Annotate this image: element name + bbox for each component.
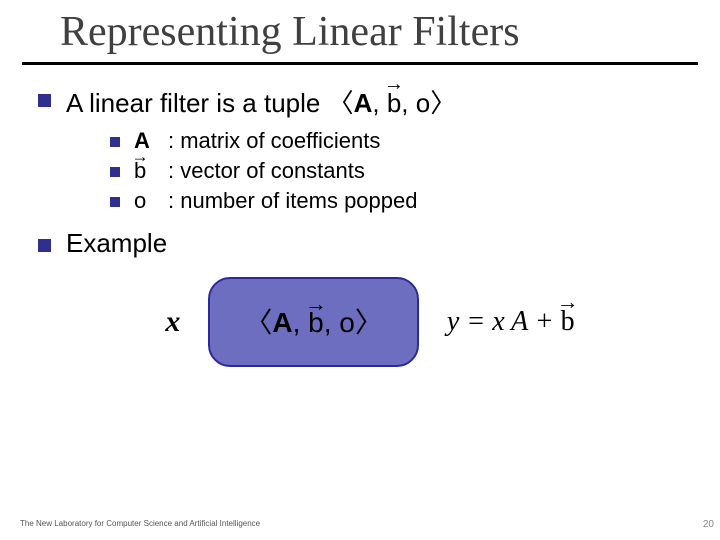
definition-sublist: A: matrix of coefficients b : vector of c…	[108, 128, 696, 214]
slide-title: Representing Linear Filters	[60, 8, 720, 56]
angle-close: 〉	[430, 88, 456, 118]
def-A-desc: : matrix of coefficients	[168, 128, 380, 153]
def-b-term: b	[134, 158, 146, 184]
tuple-b-vector: b	[387, 88, 401, 119]
definition-text: A linear filter is a tuple 〈A, b, o〉	[66, 88, 456, 118]
def-o: o: number of items popped	[108, 188, 696, 214]
box-angle-open: 〈	[244, 307, 272, 338]
box-A: A	[272, 307, 292, 338]
box-b-vector: b	[308, 307, 324, 339]
box-angle-close: 〉	[355, 307, 383, 338]
def-b-desc: : vector of constants	[168, 158, 365, 183]
slide: Representing Linear Filters A linear fil…	[0, 0, 720, 540]
angle-open: 〈	[328, 88, 354, 118]
bullet-list: A linear filter is a tuple 〈A, b, o〉 A: …	[34, 83, 696, 259]
example-diagram: x 〈A, b, o〉 y = x A + b	[34, 277, 696, 367]
def-A: A: matrix of coefficients	[108, 128, 696, 154]
box-sep2: , o	[324, 307, 355, 338]
output-y: y = x A + b	[447, 306, 575, 338]
input-x: x	[165, 305, 180, 339]
def-o-desc: : number of items popped	[168, 188, 417, 213]
page-number: 20	[703, 519, 714, 530]
content-area: A linear filter is a tuple 〈A, b, o〉 A: …	[0, 65, 720, 367]
footer-text: The New Laboratory for Computer Science …	[20, 519, 260, 528]
y-prefix: y = x A +	[447, 306, 561, 337]
def-b: b : vector of constants	[108, 158, 696, 184]
tuple-A: A	[354, 88, 373, 118]
tuple-sep2: , o	[401, 88, 430, 118]
def-prefix: A linear filter is a tuple	[66, 88, 328, 118]
title-wrap: Representing Linear Filters	[0, 0, 720, 56]
example-label: Example	[66, 228, 167, 258]
def-o-term: o	[134, 188, 168, 214]
bullet-definition: A linear filter is a tuple 〈A, b, o〉 A: …	[34, 83, 696, 214]
bullet-example: Example	[34, 228, 696, 259]
y-b-vector: b	[561, 306, 575, 338]
filter-box: 〈A, b, o〉	[208, 277, 419, 367]
